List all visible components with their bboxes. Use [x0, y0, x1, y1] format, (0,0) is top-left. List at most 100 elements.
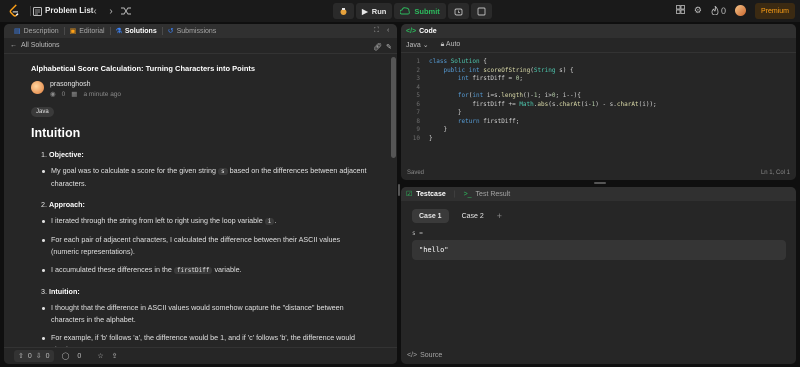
comment-count: 0: [77, 352, 82, 360]
code-header: </> Code: [401, 24, 796, 38]
back-chevron-icon[interactable]: ←: [10, 42, 17, 49]
input-value-field[interactable]: "hello": [412, 240, 786, 260]
case-2-tab[interactable]: Case 2: [455, 209, 491, 223]
streak-flame-icon[interactable]: 0: [711, 6, 726, 16]
left-tabs: ▤ Description ▣ Editorial ⚗ Solutions ↺ …: [4, 24, 397, 38]
tab-divider: |: [453, 190, 456, 198]
premium-button[interactable]: Premium: [754, 3, 795, 19]
timer-button[interactable]: [447, 3, 469, 19]
code-line[interactable]: 7 }: [401, 109, 796, 118]
solution-title: Alphabetical Score Calculation: Turning …: [31, 64, 256, 73]
horizontal-resize-handle[interactable]: [594, 182, 606, 184]
line-number: 1: [416, 58, 420, 65]
code-line[interactable]: 9 }: [401, 126, 796, 135]
section-heading: 2. Approach:: [41, 200, 85, 209]
code-line[interactable]: 6 firstDiff += Math.abs(s.charAt(i-1) - …: [401, 101, 796, 110]
debug-button[interactable]: [333, 3, 354, 19]
prev-problem-icon[interactable]: ‹: [89, 5, 101, 17]
note-icon: [477, 7, 486, 15]
code-toolbar: Java ⌄ 🔒︎ Auto ☰ {} ↺ ⛶: [401, 38, 796, 53]
code-text: class Solution {: [429, 58, 487, 65]
solutions-icon: ⚗: [115, 28, 122, 35]
share-link-icon[interactable]: 🔗︎: [373, 43, 382, 51]
solution-content: Alphabetical Score Calculation: Turning …: [4, 55, 390, 347]
all-solutions-link[interactable]: All Solutions: [21, 42, 60, 49]
line-number: 3: [416, 75, 420, 82]
code-line[interactable]: 1 class Solution {: [401, 58, 796, 67]
terminal-icon: >_: [463, 190, 472, 198]
author-avatar[interactable]: [31, 81, 44, 94]
comment-icon[interactable]: ◯: [62, 352, 70, 360]
code-line[interactable]: 2 public int scoreOfString(String s) {: [401, 67, 796, 76]
scroll-thumb[interactable]: [391, 57, 396, 158]
views-eye-icon: ◉: [50, 91, 56, 98]
solutions-panel: ▤ Description ▣ Editorial ⚗ Solutions ↺ …: [4, 24, 397, 364]
code-line[interactable]: 8 return firstDiff;: [401, 118, 796, 127]
vertical-resize-handle[interactable]: [398, 184, 400, 196]
upvote-icon[interactable]: ⇧: [18, 352, 24, 360]
solution-subheader: ← All Solutions 🔗︎ ✎: [4, 38, 397, 54]
line-number: 5: [416, 92, 420, 99]
code-title: Code: [419, 27, 437, 35]
leetcode-logo-icon[interactable]: [8, 4, 21, 18]
language-tag[interactable]: Java: [31, 107, 54, 117]
inline-code: s: [218, 168, 228, 175]
author-name[interactable]: prasonghosh: [50, 81, 121, 88]
submit-button[interactable]: Submit: [394, 3, 446, 19]
add-case-icon[interactable]: +: [497, 211, 502, 221]
list-item: My goal was to calculate a score for the…: [42, 165, 369, 190]
user-avatar[interactable]: [735, 5, 746, 16]
downvote-icon[interactable]: ⇩: [36, 352, 42, 360]
edit-icon[interactable]: ✎: [386, 43, 392, 51]
code-text: return firstDiff;: [457, 117, 520, 125]
line-number: 9: [416, 126, 420, 133]
auto-mode[interactable]: 🔒︎ Auto: [441, 41, 461, 49]
run-button[interactable]: ▶ Run: [356, 3, 393, 19]
cloud-upload-icon: [400, 7, 411, 15]
code-brackets-icon: </>: [407, 352, 418, 359]
favorite-star-icon[interactable]: ☆: [97, 352, 103, 360]
collapse-chevron-icon[interactable]: ‹: [387, 27, 389, 34]
problem-list-icon[interactable]: [31, 5, 43, 17]
code-line[interactable]: 5 for(int i=s.length()-1; i>0; i--){: [401, 92, 796, 101]
problem-list-link[interactable]: Problem List: [45, 6, 93, 15]
list-item: For each pair of adjacent characters, I …: [42, 234, 369, 258]
tab-test-result[interactable]: Test Result: [476, 191, 511, 198]
section-heading: 1. Objective:: [41, 150, 84, 159]
tab-submissions[interactable]: ↺ Submissions: [163, 24, 222, 38]
editorial-icon: ▣: [69, 28, 77, 35]
case-1-tab[interactable]: Case 1: [412, 209, 449, 223]
lock-icon: 🔒︎: [440, 41, 445, 48]
notes-button[interactable]: [470, 3, 492, 19]
submissions-icon: ↺: [167, 28, 174, 35]
settings-gear-icon[interactable]: ⚙: [694, 5, 702, 16]
line-number: 2: [416, 66, 420, 74]
solution-footer: ⇧ 0 ⇩ 0 ◯ 0 ☆ ⇪: [4, 347, 397, 364]
code-editor[interactable]: 1 class Solution { 2 public int scoreOfStr…: [401, 58, 796, 143]
source-link[interactable]: </> Source: [407, 352, 442, 359]
description-icon: ▤: [14, 28, 21, 35]
author-row: prasonghosh ◉ 0 ▦ a minute ago: [31, 81, 390, 98]
code-line[interactable]: 4: [401, 84, 796, 93]
cursor-position: Ln 1, Col 1: [760, 170, 790, 176]
language-select[interactable]: Java ⌄: [406, 41, 429, 49]
line-number: 8: [416, 117, 420, 125]
section-heading: 3. Intuition:: [41, 287, 80, 296]
testcase-tabs: ☑ Testcase | >_ Test Result: [401, 187, 796, 201]
next-problem-icon[interactable]: ›: [105, 5, 117, 17]
code-line[interactable]: 10}: [401, 135, 796, 144]
code-text: for(int i=s.length()-1; i>0; i--){: [457, 92, 581, 99]
tab-testcase[interactable]: Testcase: [416, 191, 445, 198]
shuffle-icon[interactable]: [120, 5, 132, 17]
tab-editorial[interactable]: ▣ Editorial: [65, 24, 110, 38]
tab-description[interactable]: ▤ Description: [9, 24, 64, 38]
layout-icon[interactable]: [676, 5, 685, 16]
intuition-heading: Intuition: [31, 126, 81, 140]
tab-solutions[interactable]: ⚗ Solutions: [111, 24, 162, 38]
line-number: 7: [416, 109, 420, 116]
maximize-icon[interactable]: ⛶: [374, 27, 379, 35]
code-line[interactable]: 3 int firstDiff = 0;: [401, 75, 796, 84]
share-icon[interactable]: ⇪: [112, 352, 118, 360]
solution-scrollbar[interactable]: [391, 55, 396, 347]
upvote-count: 0: [27, 352, 32, 360]
